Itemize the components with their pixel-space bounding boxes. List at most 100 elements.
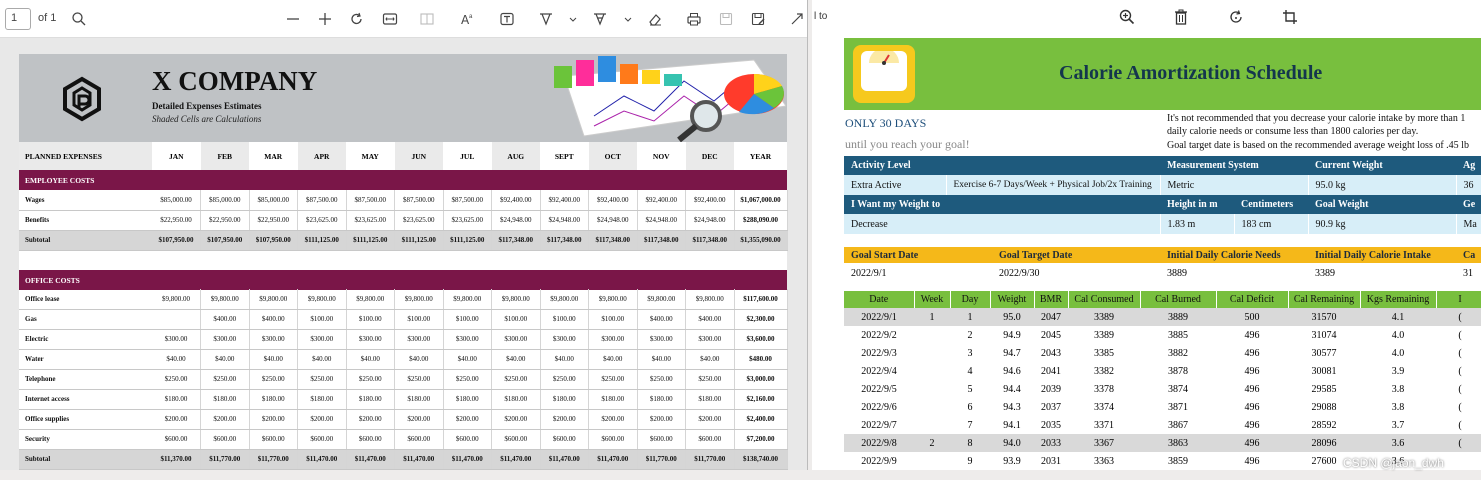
month-value-cell: $180.00: [297, 389, 347, 410]
month-header: DEC: [685, 142, 734, 170]
month-value-cell: $250.00: [152, 369, 201, 390]
employee-costs-table: Wages $85,000.00 $85,000.00 $85,000.00 $87,5…: [19, 190, 788, 251]
schedule-row: 2022/9/6 6 94.3 2037 3374 3871 496 29088 3.8 (: [844, 398, 1481, 416]
draw-icon[interactable]: [537, 10, 555, 28]
schedule-cell: 496: [1244, 419, 1260, 431]
column-header: Cal Deficit: [1216, 291, 1289, 308]
rotate-icon[interactable]: [348, 10, 366, 28]
month-value-cell: $180.00: [540, 389, 589, 410]
read-aloud-icon[interactable]: Aa: [459, 10, 477, 28]
schedule-cell: (: [1458, 365, 1462, 377]
crop-icon[interactable]: [1281, 8, 1299, 26]
schedule-cell: 2: [967, 329, 973, 341]
month-value-cell: $117,348.00: [540, 230, 589, 251]
schedule-cell: (: [1436, 308, 1481, 326]
month-value-cell: $9,800.00: [540, 289, 589, 310]
schedule-cell: 496: [1244, 329, 1260, 341]
month-value-cell: $180.00: [200, 389, 250, 410]
company-name: X COMPANY: [152, 66, 318, 96]
month-value-cell: $92,400.00: [588, 190, 638, 211]
month-value-cell: $180.00: [249, 389, 298, 410]
schedule-cell: 2022/9/7: [861, 419, 897, 431]
delete-icon[interactable]: [1172, 8, 1190, 26]
schedule-cell: 2022/9/2: [861, 329, 897, 341]
schedule-cell: 31570: [1288, 308, 1360, 326]
month-header: SEPT: [540, 142, 589, 170]
expand-icon[interactable]: [788, 10, 806, 28]
chevron-down-icon[interactable]: [564, 10, 582, 28]
schedule-cell: 3871: [1168, 401, 1188, 413]
schedule-table: Date Week Day Weight BMR Cal Consumed Cal Burn…: [844, 291, 1481, 470]
schedule-cell: 3882: [1168, 347, 1188, 359]
highlight-icon[interactable]: [591, 10, 609, 28]
year-total-cell: $1,355,090.00: [734, 230, 788, 251]
schedule-cell: 3.8: [1391, 401, 1405, 413]
schedule-cell: 3374: [1094, 401, 1114, 413]
print-icon[interactable]: [685, 10, 703, 28]
month-value-cell: $40.00: [443, 349, 492, 370]
month-header: JAN: [152, 142, 201, 170]
save-icon[interactable]: [717, 10, 735, 28]
month-value-cell: $250.00: [443, 369, 492, 390]
rotate-icon[interactable]: [1227, 8, 1245, 26]
save-as-icon[interactable]: [749, 10, 767, 28]
schedule-cell: 2033: [1034, 434, 1068, 452]
cell: Height in m: [1160, 195, 1234, 214]
chevron-down-icon[interactable]: [619, 10, 637, 28]
month-value-cell: $40.00: [540, 349, 589, 370]
schedule-cell: [914, 452, 950, 470]
schedule-title: Calorie Amortization Schedule: [1059, 62, 1323, 84]
row-label: Office lease: [19, 289, 152, 310]
schedule-cell: [914, 362, 950, 380]
month-value-cell: $600.00: [637, 429, 686, 450]
month-value-cell: $92,400.00: [637, 190, 686, 211]
page-number-input[interactable]: 1: [5, 8, 31, 30]
two-page-icon[interactable]: [418, 10, 436, 28]
cell: Centimeters: [1234, 195, 1308, 214]
scale-icon: [853, 45, 915, 103]
cell: 2022/9/30: [992, 263, 1160, 283]
month-value-cell: $9,800.00: [200, 289, 250, 310]
text-box-icon[interactable]: [498, 10, 516, 28]
month-value-cell: $111,125.00: [443, 230, 492, 251]
month-value-cell: $9,800.00: [443, 289, 492, 310]
schedule-cell: 8: [950, 434, 990, 452]
fit-width-icon[interactable]: [381, 10, 399, 28]
schedule-cell: 3382: [1094, 365, 1114, 377]
year-total-cell: $1,067,000.00: [734, 190, 788, 211]
month-value-cell: $180.00: [346, 389, 395, 410]
schedule-cell: 1: [914, 308, 950, 326]
month-header: APR: [297, 142, 346, 170]
row-label: Subtotal: [19, 449, 152, 470]
month-value-cell: $111,125.00: [394, 230, 444, 251]
month-header-row: PLANNED EXPENSES JAN FEB MAR APR MAY JUN…: [19, 142, 787, 170]
schedule-cell: [914, 416, 950, 434]
schedule-cell: 2035: [1041, 419, 1061, 431]
zoom-out-icon[interactable]: [284, 10, 302, 28]
month-value-cell: $300.00: [637, 329, 686, 350]
search-icon[interactable]: [70, 10, 88, 28]
month-value-cell: $87,500.00: [443, 190, 492, 211]
schedule-cell: 3.9: [1391, 365, 1405, 377]
zoom-in-icon[interactable]: [316, 10, 334, 28]
zoom-in-icon[interactable]: [1118, 8, 1136, 26]
month-value-cell: $117,348.00: [685, 230, 735, 251]
month-value-cell: $11,470.00: [394, 449, 444, 470]
year-total-cell: $117,600.00: [734, 289, 788, 310]
schedule-cell: 3863: [1140, 434, 1216, 452]
schedule-row: 2022/9/8 2 8 94.0 2033 3367 3863 496 28096 3.6(: [844, 434, 1481, 452]
month-value-cell: $11,370.00: [152, 449, 201, 470]
month-value-cell: $40.00: [637, 349, 686, 370]
month-value-cell: $180.00: [394, 389, 444, 410]
schedule-cell: 31074: [1311, 329, 1337, 341]
month-value-cell: $11,470.00: [588, 449, 638, 470]
schedule-cell: [914, 344, 950, 362]
column-header: Cal Consumed: [1068, 291, 1141, 308]
month-value-cell: $85,000.00: [152, 190, 201, 211]
schedule-cell: 30577: [1311, 347, 1337, 359]
eraser-icon[interactable]: [646, 10, 664, 28]
schedule-cell: 3.8: [1391, 383, 1405, 395]
month-value-cell: $200.00: [443, 409, 492, 430]
cell: Metric: [1160, 175, 1309, 195]
month-value-cell: $107,950.00: [200, 230, 250, 251]
